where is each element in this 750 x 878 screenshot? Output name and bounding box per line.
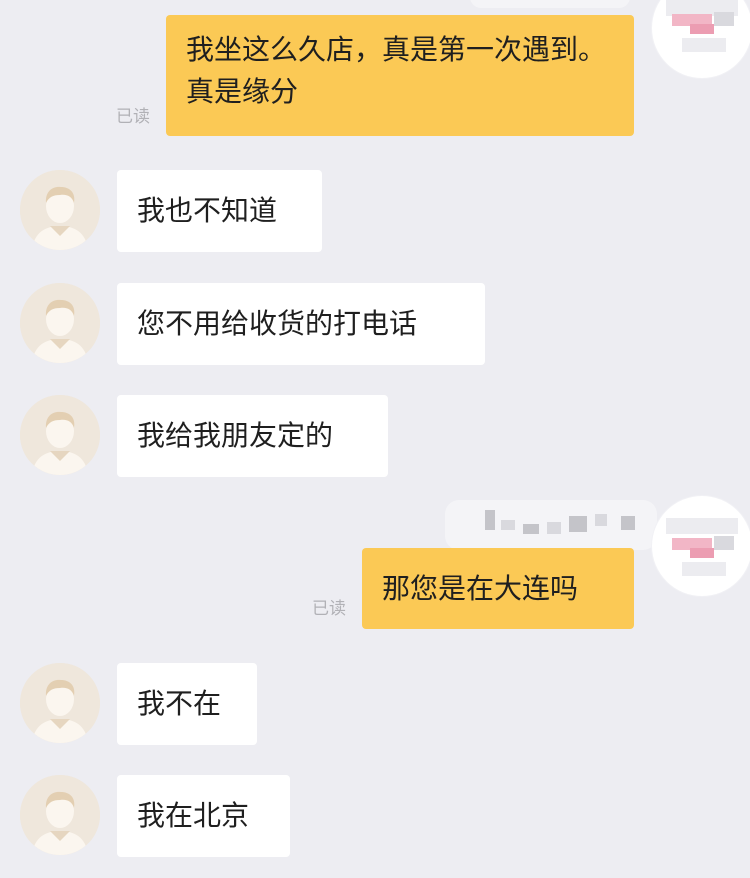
default-person-avatar-icon [20,775,100,855]
blurred-sender-info [470,0,630,8]
contact-avatar[interactable] [20,663,100,743]
message-bubble-outgoing[interactable]: 那您是在大连吗 [362,548,634,629]
my-avatar[interactable] [652,0,750,78]
message-bubble-incoming[interactable]: 我给我朋友定的 [117,395,388,477]
read-receipt: 已读 [116,107,150,127]
default-person-avatar-icon [20,283,100,363]
blurred-sender-info [445,500,657,550]
message-bubble-incoming[interactable]: 您不用给收货的打电话 [117,283,485,365]
default-person-avatar-icon [20,663,100,743]
message-bubble-incoming[interactable]: 我也不知道 [117,170,322,252]
contact-avatar[interactable] [20,283,100,363]
chat-area[interactable]: 已读 我坐这么久店，真是第一次遇到。真是缘分 我也不知道 您不用给收货的打电话 [0,0,750,878]
message-bubble-incoming[interactable]: 我不在 [117,663,257,745]
contact-avatar[interactable] [20,775,100,855]
my-avatar[interactable] [652,496,750,596]
contact-avatar[interactable] [20,395,100,475]
contact-avatar[interactable] [20,170,100,250]
default-person-avatar-icon [20,170,100,250]
default-person-avatar-icon [20,395,100,475]
read-receipt: 已读 [312,599,346,619]
message-bubble-outgoing[interactable]: 我坐这么久店，真是第一次遇到。真是缘分 [166,15,634,136]
message-bubble-incoming[interactable]: 我在北京 [117,775,290,857]
